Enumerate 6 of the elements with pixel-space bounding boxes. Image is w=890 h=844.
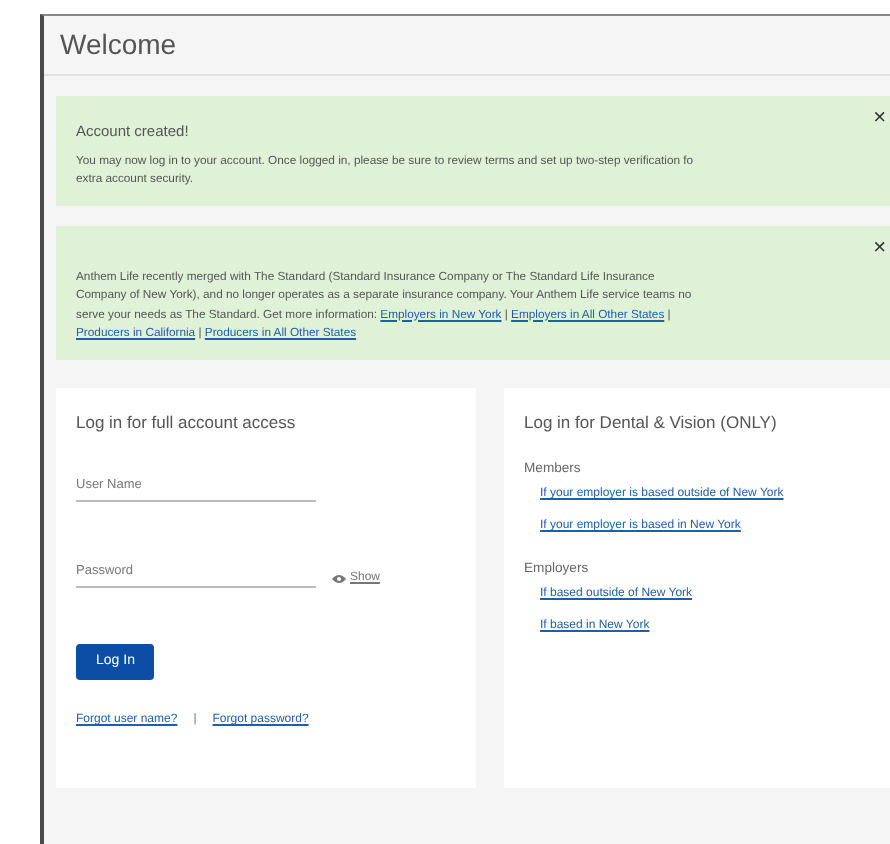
- card-heading: Log in for Dental & Vision (ONLY): [524, 411, 779, 433]
- close-button[interactable]: ×: [873, 238, 886, 261]
- close-button[interactable]: ×: [873, 107, 886, 130]
- page-title: Welcome: [44, 16, 890, 76]
- eye-icon: [332, 573, 346, 584]
- card-heading: Log in for full account access: [76, 411, 298, 433]
